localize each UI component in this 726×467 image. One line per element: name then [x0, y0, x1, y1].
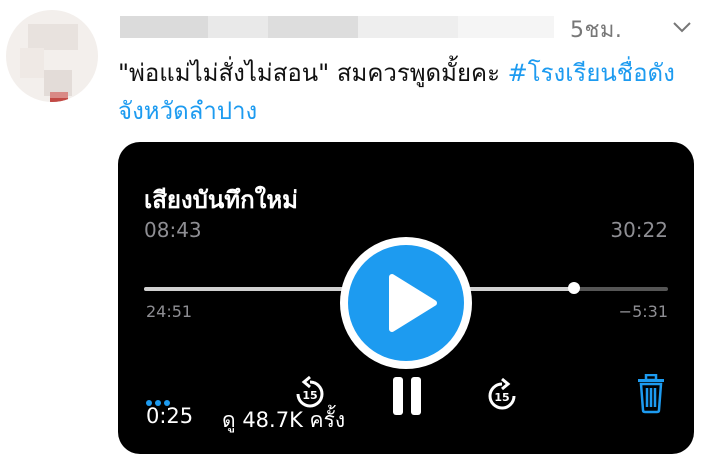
play-icon	[389, 274, 437, 332]
elapsed-time: 24:51	[146, 302, 193, 321]
avatar[interactable]	[6, 10, 98, 102]
view-count: ดู 48.7K ครั้ง	[222, 408, 346, 432]
tweet-body: "พ่อแม่ไม่สั่งไม่สอน" สมควรพูดมั้ยคะ	[118, 59, 508, 87]
recording-title: เสียงบันทึกใหม่	[144, 186, 298, 214]
tweet-timestamp[interactable]: 5ชม.	[570, 12, 622, 47]
scrubber-handle[interactable]	[567, 282, 580, 294]
chevron-down-icon[interactable]	[672, 20, 692, 34]
play-button[interactable]	[340, 237, 472, 369]
total-duration: 30:22	[610, 218, 668, 242]
recorded-time: 08:43	[144, 218, 202, 242]
trash-icon[interactable]	[636, 374, 666, 414]
remaining-time: −5:31	[618, 302, 668, 321]
tweet-text: "พ่อแม่ไม่สั่งไม่สอน" สมควรพูดมั้ยคะ #โร…	[118, 54, 708, 130]
pause-icon[interactable]	[390, 374, 424, 418]
forward-15-icon[interactable]: 15	[482, 376, 522, 416]
video-player[interactable]: เสียงบันทึกใหม่ 08:43 30:22 24:51 −5:31 …	[118, 142, 694, 454]
video-duration: 0:25	[146, 404, 194, 428]
rewind-15-label: 15	[302, 389, 317, 402]
forward-15-label: 15	[494, 391, 509, 404]
